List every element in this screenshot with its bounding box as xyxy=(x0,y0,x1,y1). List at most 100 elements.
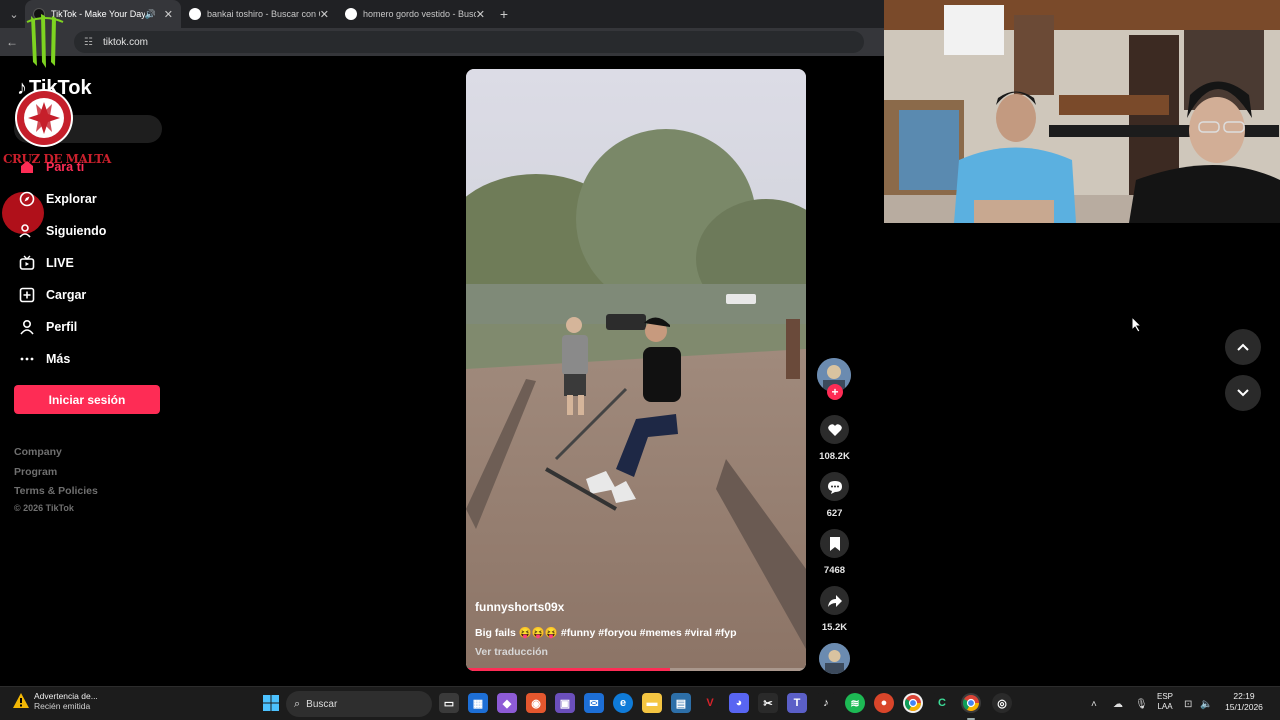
app-c-icon[interactable]: C xyxy=(932,693,952,713)
comment-button[interactable] xyxy=(820,472,849,501)
follow-plus-button[interactable]: + xyxy=(827,384,843,400)
browser-tab-strip: ⌄ TikTok - Make Your Day 🔊 ✕ bankai tosh… xyxy=(0,0,884,28)
next-video-button[interactable] xyxy=(1225,375,1261,411)
sidebar-item-explorar[interactable]: Explorar xyxy=(18,190,97,208)
weather-warning-widget[interactable]: Advertencia de... Recién emitida xyxy=(12,691,98,711)
chrome-icon[interactable] xyxy=(903,693,923,713)
sidebar-item-label: Perfil xyxy=(46,320,78,334)
close-icon[interactable]: ✕ xyxy=(320,8,329,21)
edge-icon[interactable]: e xyxy=(613,693,633,713)
valorant-icon[interactable]: V xyxy=(700,693,720,713)
tab-title: homero gordo vestido - Buscar xyxy=(363,9,476,19)
back-button[interactable]: ← xyxy=(0,35,24,49)
close-icon[interactable]: ✕ xyxy=(164,8,173,21)
app-icon[interactable]: ▤ xyxy=(671,693,691,713)
like-button[interactable] xyxy=(820,415,849,444)
mouse-cursor-icon xyxy=(1131,316,1143,333)
capcut-icon[interactable]: ✂ xyxy=(758,693,778,713)
sidebar-item-siguiendo[interactable]: Siguiendo xyxy=(18,222,106,240)
tab-title: bankai toshiro - Buscar con Go xyxy=(207,9,320,19)
sidebar-item-para-ti[interactable]: Para ti xyxy=(18,158,84,176)
share-button[interactable] xyxy=(820,586,849,615)
onedrive-icon[interactable]: ☁ xyxy=(1113,687,1123,720)
video-progress-bar[interactable] xyxy=(466,668,806,671)
tab-google-search-2[interactable]: homero gordo vestido - Buscar ✕ xyxy=(337,0,493,28)
live-icon xyxy=(18,254,36,272)
copyright-text: © 2026 TikTok xyxy=(14,503,74,513)
sidebar-item-perfil[interactable]: Perfil xyxy=(18,318,77,336)
login-button[interactable]: Iniciar sesión xyxy=(14,385,160,414)
webcam-image xyxy=(884,0,1280,223)
windows-taskbar: Advertencia de... Recién emitida ⌕ Busca… xyxy=(0,686,1280,720)
home-icon xyxy=(18,158,36,176)
sidebar-item-label: Cargar xyxy=(46,288,87,302)
chevron-down-icon xyxy=(1237,389,1249,397)
speaker-icon[interactable]: 🔊 xyxy=(145,9,156,20)
close-icon[interactable]: ✕ xyxy=(476,8,485,21)
sidebar-item-live[interactable]: LIVE xyxy=(18,254,74,272)
likes-count: 108.2K xyxy=(819,451,850,462)
share-icon xyxy=(827,594,842,607)
previous-video-button[interactable] xyxy=(1225,329,1261,365)
footer-link-program[interactable]: Program xyxy=(14,466,57,478)
music-disc[interactable] xyxy=(819,643,850,674)
obs-icon[interactable]: ◎ xyxy=(992,693,1012,713)
clock-time: 22:19 xyxy=(1233,691,1255,701)
discord-icon[interactable]: ◕ xyxy=(729,693,749,713)
chevron-up-icon xyxy=(1237,343,1249,351)
sidebar-item-mas[interactable]: Más xyxy=(18,350,70,368)
sidebar-item-cargar[interactable]: Cargar xyxy=(18,286,86,304)
warning-title: Advertencia de... xyxy=(34,691,98,701)
copilot-icon[interactable]: ◆ xyxy=(497,693,517,713)
store-icon[interactable]: ▦ xyxy=(468,693,488,713)
show-hidden-icons[interactable]: ˄ xyxy=(1091,687,1097,720)
task-view-icon[interactable]: ▭ xyxy=(439,693,459,713)
keyboard-layout: LAA xyxy=(1157,702,1173,711)
windows-start-icon[interactable] xyxy=(261,693,281,713)
file-explorer-icon[interactable]: ▬ xyxy=(642,693,662,713)
video-progress-fill xyxy=(466,668,670,671)
upload-icon xyxy=(18,286,36,304)
translate-link[interactable]: Ver traducción xyxy=(475,646,548,658)
system-clock[interactable]: 22:19 15/1/2026 xyxy=(1218,691,1270,713)
outlook-icon[interactable]: ✉ xyxy=(584,693,604,713)
video-player[interactable]: funnyshorts09x Big fails 😝😝😝 #funny #for… xyxy=(466,69,806,671)
tiktok-app-icon[interactable]: ♪ xyxy=(816,693,836,713)
volume-icon[interactable]: 🔈 xyxy=(1200,687,1212,720)
google-favicon-icon xyxy=(345,8,357,20)
taskbar-search[interactable]: ⌕ Buscar xyxy=(286,691,432,717)
google-favicon-icon xyxy=(189,8,201,20)
save-button[interactable] xyxy=(820,529,849,558)
chrome-active-icon[interactable] xyxy=(961,693,981,713)
following-icon xyxy=(18,222,36,240)
language-code: ESP xyxy=(1157,692,1174,701)
comments-count: 627 xyxy=(826,508,843,519)
footer-link-terms[interactable]: Terms & Policies xyxy=(14,485,98,497)
office-icon[interactable]: ◉ xyxy=(526,693,546,713)
address-bar[interactable]: ☷ tiktok.com xyxy=(74,31,864,53)
search-icon: ⌕ xyxy=(294,697,301,710)
shares-count: 15.2K xyxy=(821,622,848,633)
footer-link-company[interactable]: Company xyxy=(14,446,62,458)
tab-search-button[interactable]: ⌄ xyxy=(3,3,25,25)
monster-logo-icon xyxy=(26,14,64,68)
video-caption: Big fails 😝😝😝 #funny #foryou #memes #vir… xyxy=(475,627,737,639)
spotify-icon[interactable]: ≋ xyxy=(845,693,865,713)
warning-subtitle: Recién emitida xyxy=(34,701,91,711)
cruz-de-malta-logo-icon xyxy=(15,89,73,147)
warning-icon xyxy=(13,693,29,708)
new-tab-button[interactable]: + xyxy=(493,6,515,22)
firefox-icon[interactable]: ● xyxy=(874,693,894,713)
teams-icon[interactable]: ▣ xyxy=(555,693,575,713)
tab-google-search-1[interactable]: bankai toshiro - Buscar con Go ✕ xyxy=(181,0,337,28)
url-text: tiktok.com xyxy=(102,36,148,48)
comment-icon xyxy=(827,480,842,494)
webcam-overlay xyxy=(884,0,1280,223)
site-info-icon[interactable]: ☷ xyxy=(84,37,93,48)
video-author[interactable]: funnyshorts09x xyxy=(475,600,564,614)
teams-chat-icon[interactable]: T xyxy=(787,693,807,713)
video-frame-image xyxy=(466,69,806,671)
language-indicator[interactable]: ESP LAA xyxy=(1157,692,1173,712)
microphone-icon[interactable]: 🎙 xyxy=(1135,687,1148,720)
network-icon[interactable]: ⊡ xyxy=(1184,687,1192,720)
